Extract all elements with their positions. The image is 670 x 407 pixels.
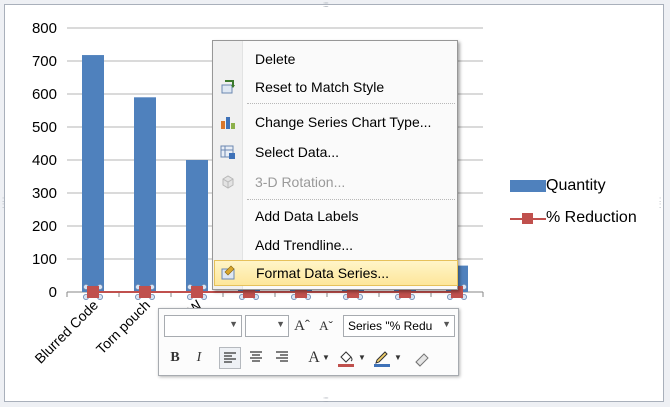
dropdown-arrow-icon: ▼ <box>276 319 285 329</box>
align-left-button[interactable] <box>219 347 241 369</box>
menu-item-format-data-series[interactable]: Format Data Series... <box>214 260 458 286</box>
font-color-dropdown[interactable]: ▼ <box>321 347 331 369</box>
align-right-icon <box>276 351 288 362</box>
format-series-icon <box>221 265 235 280</box>
menu-item-add-trendline[interactable]: Add Trendline... <box>213 232 457 258</box>
eraser-icon <box>415 353 429 367</box>
paint-bucket-icon <box>338 351 354 367</box>
bold-button[interactable]: B <box>164 347 186 369</box>
menu-item-delete[interactable]: Delete <box>213 46 457 72</box>
y-tick-label: 300 <box>32 185 57 202</box>
fill-color-dropdown[interactable]: ▼ <box>357 347 367 369</box>
context-menu[interactable]: Delete Reset to Match Style Change Serie… <box>212 40 458 290</box>
y-tick-label: 800 <box>32 20 57 37</box>
menu-item-label: Change Series Chart Type... <box>255 114 432 130</box>
font-name-combo[interactable]: ▼ <box>164 315 242 337</box>
menu-item-reset-style[interactable]: Reset to Match Style <box>213 74 457 100</box>
outline-color-button[interactable] <box>371 347 393 369</box>
mini-toolbar[interactable]: ▼ ▼ Aˆ Aˇ Series "% Redu ▼ B I A ▼ ▼ ▼ <box>158 308 459 376</box>
menu-item-label: 3-D Rotation... <box>255 174 346 190</box>
format-painter-button[interactable] <box>411 347 433 369</box>
grow-font-button[interactable]: Aˆ <box>291 315 313 337</box>
italic-button[interactable]: I <box>188 347 210 369</box>
fill-color-button[interactable] <box>335 347 357 369</box>
y-tick-label: 0 <box>49 284 57 301</box>
y-tick-label: 200 <box>32 218 57 235</box>
shrink-font-button[interactable]: Aˇ <box>315 315 337 337</box>
align-center-icon <box>250 351 262 362</box>
menu-item-add-data-labels[interactable]: Add Data Labels <box>213 203 457 229</box>
y-tick-label: 600 <box>32 86 57 103</box>
chart-element-value: Series "% Redu <box>348 319 433 333</box>
legend-label: % Reduction <box>546 209 637 226</box>
3d-rotation-icon <box>222 175 234 189</box>
menu-item-label: Add Trendline... <box>255 237 354 253</box>
menu-item-label: Delete <box>255 51 296 67</box>
align-left-icon <box>224 352 236 363</box>
legend-bar-swatch <box>510 180 546 192</box>
dropdown-arrow-icon: ▼ <box>229 319 238 329</box>
bar[interactable] <box>186 160 208 292</box>
legend-marker-swatch <box>522 213 533 224</box>
bar[interactable] <box>82 55 104 293</box>
y-tick-label: 500 <box>32 119 57 136</box>
menu-item-3d-rotation[interactable]: 3-D Rotation... <box>213 169 457 195</box>
menu-separator <box>247 199 455 201</box>
chart-element-combo[interactable]: Series "% Redu ▼ <box>343 315 455 337</box>
x-tick-label: Blurred Code <box>31 297 101 367</box>
line-marker <box>191 286 203 298</box>
bar[interactable] <box>134 97 156 292</box>
align-right-button[interactable] <box>271 347 293 369</box>
menu-item-label: Select Data... <box>255 144 340 160</box>
legend-label: Quantity <box>546 177 606 194</box>
menu-item-change-chart-type[interactable]: Change Series Chart Type... <box>213 109 457 135</box>
reset-style-icon <box>221 80 235 94</box>
x-tick-label: Torn pouch <box>93 297 153 357</box>
line-marker <box>139 286 151 298</box>
align-center-button[interactable] <box>245 347 267 369</box>
pen-outline-icon <box>374 351 390 367</box>
outline-color-dropdown[interactable]: ▼ <box>393 347 403 369</box>
y-tick-label: 400 <box>32 152 57 169</box>
menu-item-label: Format Data Series... <box>256 265 390 281</box>
menu-item-label: Reset to Match Style <box>255 79 385 95</box>
select-data-icon <box>220 145 235 159</box>
menu-item-select-data[interactable]: Select Data... <box>213 139 457 165</box>
menu-separator <box>247 103 455 105</box>
font-size-combo[interactable]: ▼ <box>245 315 289 337</box>
dropdown-arrow-icon: ▼ <box>442 319 451 329</box>
y-tick-label: 700 <box>32 53 57 70</box>
line-marker <box>87 286 99 298</box>
menu-item-label: Add Data Labels <box>255 208 359 224</box>
chart-type-icon <box>221 117 235 129</box>
y-tick-label: 100 <box>32 251 57 268</box>
